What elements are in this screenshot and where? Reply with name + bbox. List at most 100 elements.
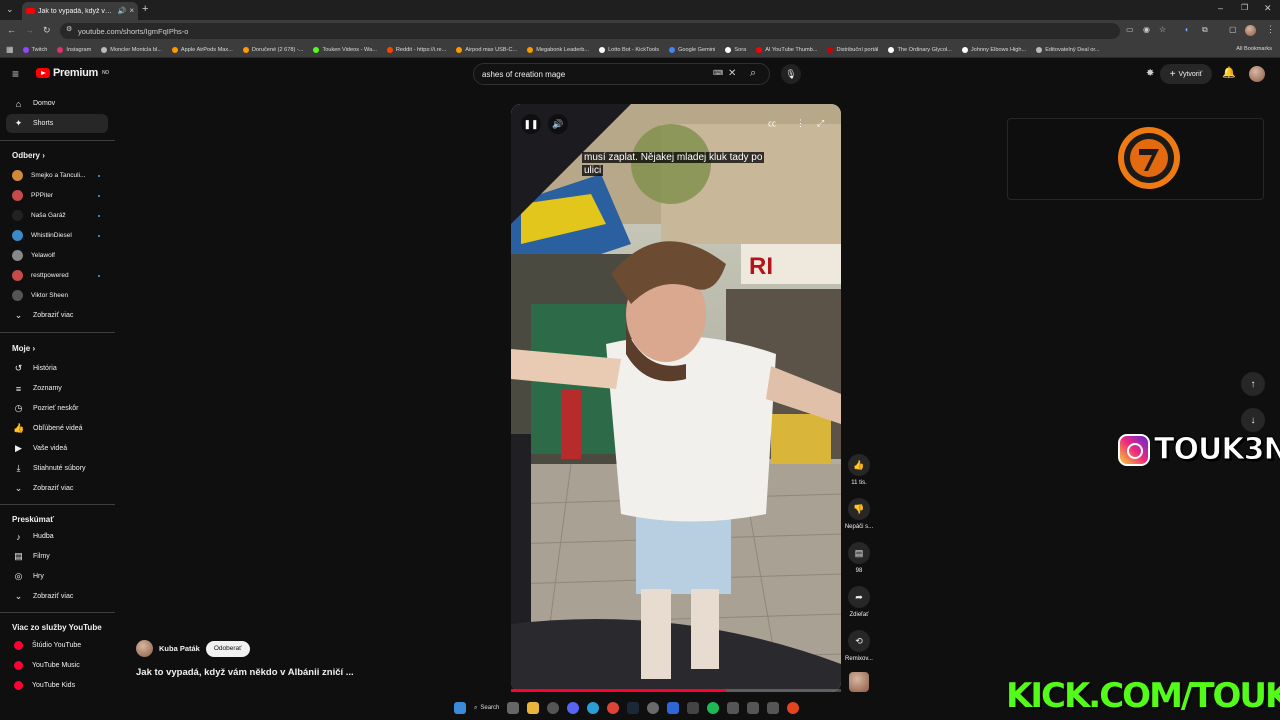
keyboard-icon[interactable]: ⌨ xyxy=(713,70,723,77)
you-title[interactable]: Moje › xyxy=(12,344,35,353)
sidebar-item[interactable]: ⌄ Zobraziť viac xyxy=(6,479,108,498)
steam-icon[interactable] xyxy=(627,702,640,714)
more-youtube-title[interactable]: Viac zo služby YouTube xyxy=(12,623,102,632)
subscription-item[interactable]: Viktor Sheen xyxy=(6,286,108,305)
volume-icon[interactable]: 🔊 xyxy=(548,114,568,134)
account-avatar[interactable] xyxy=(1249,66,1265,82)
sound-thumbnail[interactable] xyxy=(849,672,869,692)
dislike-icon[interactable]: 👎 xyxy=(848,498,870,520)
hamburger-menu-icon[interactable]: ≡ xyxy=(12,68,19,80)
subscribe-button[interactable]: Odoberať xyxy=(205,640,250,657)
app-icon-3[interactable] xyxy=(767,702,780,714)
subscription-item[interactable]: Naša Garáž xyxy=(6,206,108,225)
bookmark-item[interactable]: Editovatelný Deal or... xyxy=(1036,46,1100,53)
voice-search-mic-icon[interactable]: 🎙 xyxy=(781,64,801,84)
comment-icon[interactable]: ▤ xyxy=(848,542,870,564)
edge-icon[interactable] xyxy=(587,702,600,714)
star-icon[interactable]: ☆ xyxy=(1159,26,1166,34)
like-action[interactable]: 👍 11 tis. xyxy=(843,454,875,486)
reload-icon[interactable]: ↻ xyxy=(43,26,51,35)
video-progress-bar[interactable] xyxy=(511,689,841,692)
browser-menu-icon[interactable]: ⋮ xyxy=(1266,25,1275,34)
extension-icon[interactable]: ◖ xyxy=(1184,26,1189,34)
explore-title[interactable]: Preskúmať xyxy=(12,515,54,524)
bookmark-item[interactable]: Moncler Montcla bl... xyxy=(101,46,162,53)
pause-icon[interactable]: ❚❚ xyxy=(521,114,541,134)
notifications-bell-icon[interactable]: 🔔 xyxy=(1222,68,1236,79)
comments-action[interactable]: ▤ 98 xyxy=(843,542,875,574)
subscription-item[interactable]: resttpowered xyxy=(6,266,108,285)
sidebar-item[interactable]: ⌄ Zobraziť viac xyxy=(6,587,108,606)
next-short-arrow-icon[interactable]: ↓ xyxy=(1241,408,1265,432)
cast-icon[interactable]: ▭ xyxy=(1126,26,1134,34)
create-button[interactable]: + Vytvoriť xyxy=(1160,64,1212,84)
channel-avatar[interactable] xyxy=(136,640,153,657)
bookmark-item[interactable]: Apple AirPods Max... xyxy=(171,46,233,53)
more-options-icon[interactable]: ⋮ xyxy=(796,119,805,128)
bookmark-item[interactable]: Sora xyxy=(725,46,746,53)
sidebar-item[interactable]: ♪ Hudba xyxy=(6,527,108,546)
sidebar-item[interactable]: 👍 Obľúbené videá xyxy=(6,419,108,438)
clear-search-icon[interactable]: ✕ xyxy=(728,69,736,79)
sidebar-item[interactable]: ▶ Vaše videá xyxy=(6,439,108,458)
bookmark-item[interactable]: Doručené (2 678) -... xyxy=(242,46,303,53)
bookmark-item[interactable]: Twitch xyxy=(22,46,47,53)
youtube-premium-logo[interactable]: Premium NO xyxy=(36,67,109,79)
sidebar-item[interactable]: ✦ Shorts xyxy=(6,114,108,133)
bookmark-item[interactable]: Distribuční portál xyxy=(827,46,878,53)
recording-app-icon[interactable] xyxy=(787,702,800,714)
terminal-icon[interactable] xyxy=(687,702,700,714)
app-icon[interactable] xyxy=(727,702,740,714)
sidebar-item[interactable]: Štúdio YouTube xyxy=(6,636,108,655)
shorts-video-player[interactable]: RI xyxy=(511,104,841,692)
minimize-icon[interactable]: – xyxy=(1218,4,1223,13)
extensions-puzzle-icon[interactable]: ⧉ xyxy=(1202,26,1208,34)
dislike-action[interactable]: 👎 Nepáči s... xyxy=(843,498,875,530)
back-icon[interactable]: ← xyxy=(7,26,16,35)
eye-off-icon[interactable]: ◉ xyxy=(1143,26,1150,34)
sidebar-item[interactable]: ⤓ Stiahnuté súbory xyxy=(6,459,108,478)
taskbar-search[interactable]: ⌕ Search xyxy=(474,705,499,712)
forward-icon[interactable]: → xyxy=(25,26,34,35)
bookmark-item[interactable]: Airpod max USB-C... xyxy=(456,46,517,53)
video-title[interactable]: Jak to vypadá, když vám někdo v Albánii … xyxy=(136,667,354,678)
downloads-icon[interactable]: ▢ xyxy=(1229,26,1237,34)
search-icon[interactable]: ⌕ xyxy=(750,68,756,79)
tab-search-icon[interactable]: ⌄ xyxy=(6,5,14,14)
chrome-icon[interactable] xyxy=(607,702,620,714)
like-icon[interactable]: 👍 xyxy=(848,454,870,476)
windows-start-icon[interactable] xyxy=(454,702,466,714)
obs-icon[interactable] xyxy=(647,702,660,714)
restore-icon[interactable]: ❐ xyxy=(1241,4,1248,12)
bookmark-item[interactable]: Lotto Bot - KickTools xyxy=(599,46,659,53)
sidebar-item[interactable]: ◷ Pozrieť neskôr xyxy=(6,399,108,418)
bookmark-item[interactable]: Google Gemini xyxy=(669,46,715,53)
sidebar-item[interactable]: ▤ Filmy xyxy=(6,547,108,566)
file-explorer-icon[interactable] xyxy=(527,702,540,714)
chatgpt-icon[interactable] xyxy=(547,702,560,714)
bookmark-item[interactable]: Megabonk Leaderb... xyxy=(527,46,589,53)
subscriptions-title[interactable]: Odbery › xyxy=(12,151,45,160)
bookmark-item[interactable]: Johnny Elbows High... xyxy=(961,46,1026,53)
close-window-icon[interactable]: ✕ xyxy=(1264,4,1272,13)
sidebar-item[interactable]: ⌄ Zobraziť viac xyxy=(6,306,108,325)
share-icon[interactable]: ➦ xyxy=(848,586,870,608)
sidebar-item[interactable]: ⌂ Domov xyxy=(6,94,108,113)
bookmark-item[interactable]: Reddit - https://i.re... xyxy=(386,46,446,53)
site-info-icon[interactable]: ⚙ xyxy=(66,26,72,33)
fullscreen-icon[interactable]: ⤢ xyxy=(817,119,824,128)
all-bookmarks-link[interactable]: All Bookmarks xyxy=(1236,46,1272,52)
ai-sparkle-icon[interactable]: ✸ xyxy=(1146,69,1154,79)
sidebar-item[interactable]: ◎ Hry xyxy=(6,567,108,586)
task-view-icon[interactable] xyxy=(507,702,520,714)
subscription-item[interactable]: Smejko a Tanculi... xyxy=(6,166,108,185)
browser-tab[interactable]: Jak to vypadá, když vám n... 🔊 × xyxy=(22,2,138,20)
tab-close-icon[interactable]: × xyxy=(129,7,134,15)
subscription-item[interactable]: WhistlinDiesel xyxy=(6,226,108,245)
calculator-icon[interactable] xyxy=(667,702,680,714)
closed-captions-icon[interactable]: ㏄ xyxy=(768,120,776,128)
address-bar[interactable]: ⚙ youtube.com/shorts/IgmFqIPhs-o xyxy=(60,23,1120,39)
search-input[interactable]: ashes of creation mage ⌨ ✕ ⌕ xyxy=(473,63,770,85)
bookmark-item[interactable]: Touken Videos - Wa... xyxy=(313,46,377,53)
share-action[interactable]: ➦ Zdieľať xyxy=(843,586,875,618)
